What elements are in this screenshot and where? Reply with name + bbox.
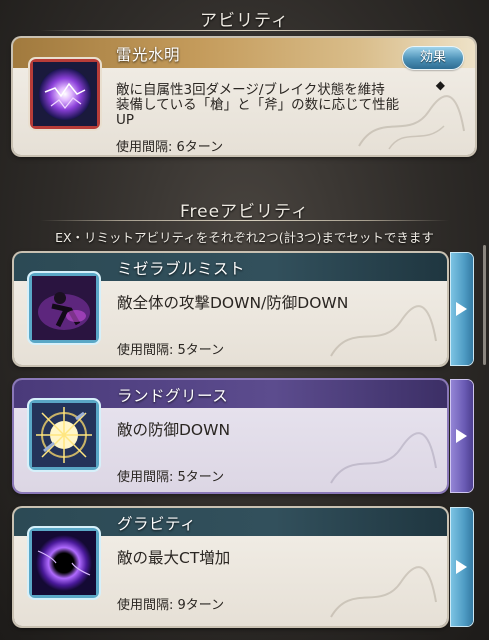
free-ability-card-selected[interactable]: ランドグリース 敵の防御DOWN 使用間隔: 5ターン bbox=[14, 380, 447, 492]
free-ability-card[interactable]: ミゼラブルミスト 敵全体の攻撃DOWN/防御DOWN 使用間隔: 5ターン bbox=[14, 253, 447, 365]
more-indicator-icon: ◆ bbox=[435, 78, 445, 92]
free-ability-select-tab[interactable] bbox=[451, 508, 473, 626]
black-hole-icon bbox=[32, 531, 96, 595]
chevron-right-icon bbox=[456, 302, 467, 316]
main-ability-card[interactable]: 雷光水明 効果 敵に自属性3回ダメージ/ブレイク状態を維持 装備している「槍」と… bbox=[13, 38, 475, 155]
card-ornament bbox=[330, 566, 437, 618]
scrollbar[interactable] bbox=[483, 245, 486, 365]
main-ability-name: 雷光水明 bbox=[116, 46, 181, 64]
free-ability-cooldown: 使用間隔: 9ターン bbox=[117, 598, 225, 613]
ability-section-title: アビリティ bbox=[200, 11, 289, 31]
chevron-right-icon bbox=[456, 429, 467, 443]
free-ability-select-tab[interactable] bbox=[451, 380, 473, 492]
free-ability-cooldown: 使用間隔: 5ターン bbox=[117, 343, 225, 358]
free-ability-name: ランドグリース bbox=[117, 387, 229, 405]
free-section-note: EX・リミットアビリティをそれぞれ2つ(計3つ)までセットできます bbox=[55, 230, 434, 245]
chevron-right-icon bbox=[456, 560, 467, 574]
free-ability-card[interactable]: グラビティ 敵の最大CT増加 使用間隔: 9ターン bbox=[14, 508, 447, 626]
free-ability-name: グラビティ bbox=[117, 515, 197, 533]
main-ability-cooldown: 使用間隔: 6ターン bbox=[116, 140, 224, 155]
main-ability-description-line: UP bbox=[116, 112, 135, 128]
misty-figure-icon bbox=[32, 276, 96, 340]
main-ability-description: 敵に自属性3回ダメージ/ブレイク状態を維持 装備している「槍」と「斧」の数に応じ… bbox=[116, 83, 456, 128]
shattered-shield-icon bbox=[32, 403, 96, 467]
purple-lightning-orb-icon bbox=[33, 62, 97, 126]
free-ability-description: 敵全体の攻撃DOWN/防御DOWN bbox=[117, 294, 349, 312]
free-ability-description: 敵の防御DOWN bbox=[117, 421, 231, 439]
free-ability-cooldown: 使用間隔: 5ターン bbox=[117, 470, 225, 485]
free-section-divider bbox=[40, 220, 449, 221]
effect-button[interactable]: 効果 bbox=[403, 47, 463, 69]
main-ability-description-line: 装備している「槍」と「斧」の数に応じて性能 bbox=[116, 97, 400, 113]
free-ability-select-tab[interactable] bbox=[451, 253, 473, 365]
ability-section-divider bbox=[40, 30, 449, 31]
free-section-title: Freeアビリティ bbox=[179, 202, 310, 222]
free-ability-description: 敵の最大CT増加 bbox=[117, 549, 231, 567]
free-ability-name: ミゼラブルミスト bbox=[117, 260, 246, 278]
main-ability-description-line: 敵に自属性3回ダメージ/ブレイク状態を維持 bbox=[116, 82, 385, 98]
card-ornament bbox=[330, 432, 437, 484]
